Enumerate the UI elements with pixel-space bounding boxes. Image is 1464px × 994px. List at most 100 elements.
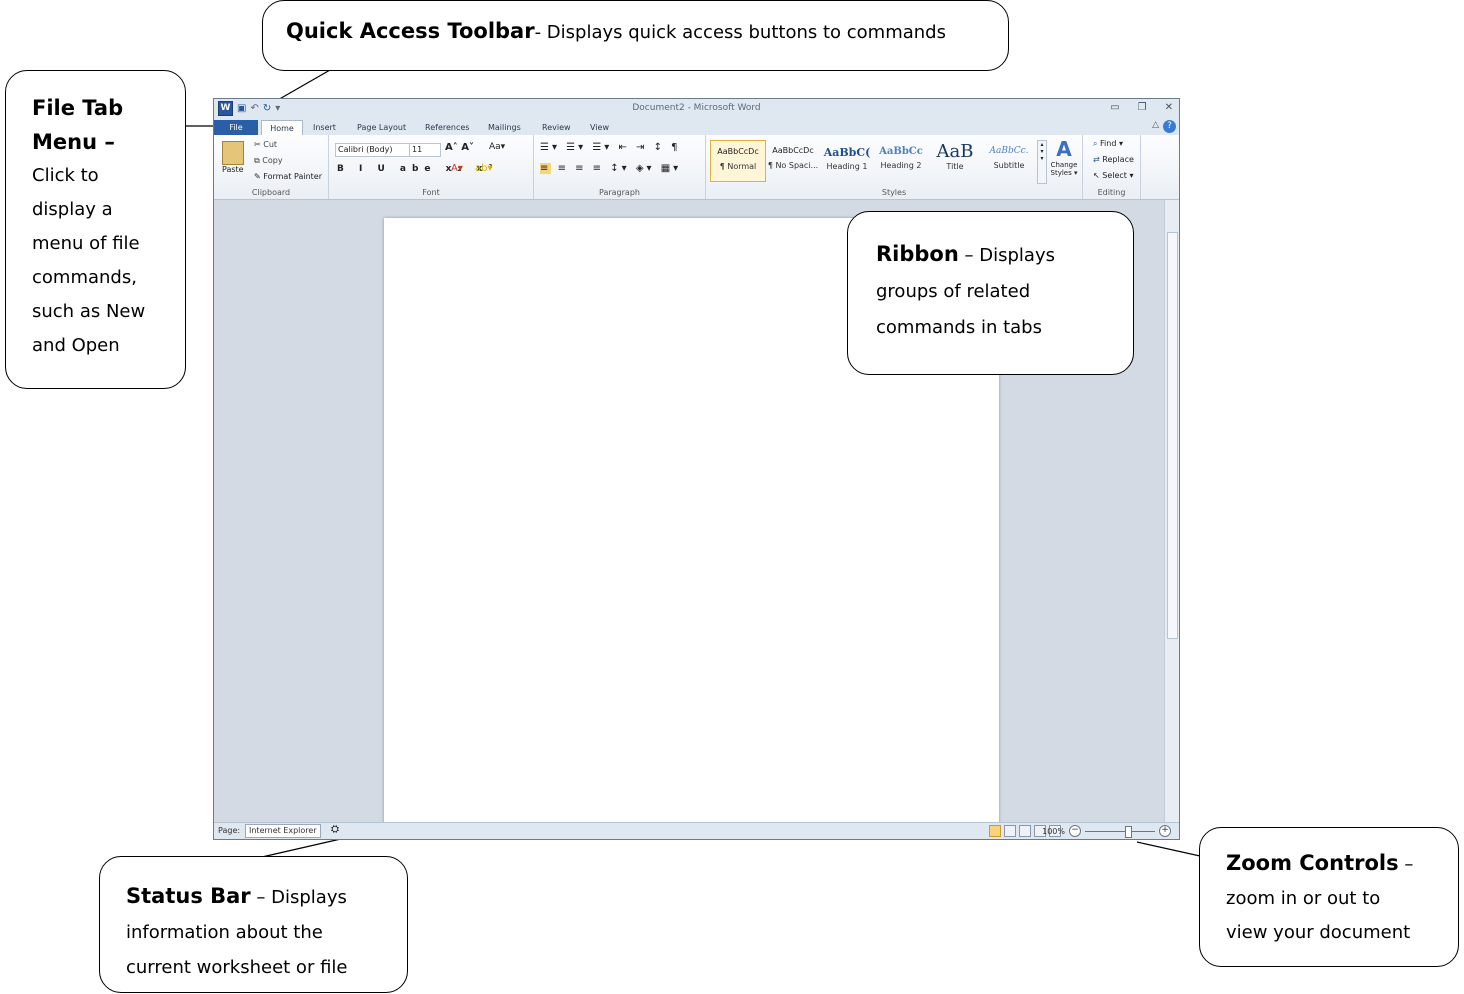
- zoom-level[interactable]: 100%: [1042, 827, 1065, 836]
- tab-page-layout[interactable]: Page Layout: [350, 120, 413, 135]
- help-icon[interactable]: ?: [1163, 120, 1176, 133]
- status-page-value[interactable]: Internet Explorer: [245, 824, 321, 838]
- style-name: Subtitle: [993, 161, 1025, 170]
- file-tab-callout: File Tab Menu – Click to display a menu …: [5, 70, 186, 389]
- format-painter-button[interactable]: ✎ Format Painter: [254, 172, 322, 181]
- zoom-out-button[interactable]: −: [1069, 825, 1081, 837]
- grow-font-icon[interactable]: A˄ A˅: [445, 142, 474, 153]
- file-tab-callout-title-1: File Tab: [32, 96, 124, 120]
- font-color-icon[interactable]: A▾: [451, 163, 463, 174]
- cut-label: Cut: [263, 140, 278, 149]
- copy-button[interactable]: ⧉ Copy: [254, 156, 283, 166]
- close-icon[interactable]: ✕: [1165, 102, 1173, 113]
- zoom-callout-line: view your document: [1226, 922, 1411, 943]
- select-icon: ↖: [1093, 171, 1100, 180]
- zoom-in-button[interactable]: +: [1159, 825, 1171, 837]
- find-button[interactable]: ⌕ Find ▾: [1093, 139, 1123, 149]
- ribbon-callout-body: Displays: [979, 245, 1055, 266]
- web-layout-icon[interactable]: [1019, 825, 1031, 837]
- change-styles-label-1: Change: [1050, 161, 1078, 169]
- style-subtitle[interactable]: AaBbCc. Subtitle: [982, 140, 1036, 180]
- ribbon-callout-line: commands in tabs: [876, 317, 1042, 338]
- ribbon-tabs: File Home Insert Page Layout References …: [214, 119, 1179, 136]
- style-no-spacing[interactable]: AaBbCcDc ¶ No Spaci...: [766, 140, 820, 180]
- highlight-icon[interactable]: ab▾: [475, 163, 493, 174]
- font-size-select[interactable]: 11: [409, 143, 441, 157]
- style-normal[interactable]: AaBbCcDc ¶ Normal: [710, 140, 766, 182]
- zoom-slider-icon[interactable]: [1085, 825, 1155, 838]
- change-styles-button[interactable]: A Change Styles ▾: [1048, 137, 1080, 177]
- change-case-icon[interactable]: Aa▾: [489, 142, 505, 152]
- style-sample: AaBbCc: [879, 146, 923, 157]
- print-layout-icon[interactable]: [989, 825, 1001, 837]
- style-sample: AaBbCcDc: [772, 146, 814, 155]
- file-tab-callout-title-2: Menu –: [32, 130, 115, 154]
- status-bar-callout-line: information about the: [126, 922, 323, 943]
- style-heading-2[interactable]: AaBbCc Heading 2: [874, 140, 928, 180]
- style-heading-1[interactable]: AaBbC( Heading 1: [820, 140, 874, 180]
- qat-callout: Quick Access Toolbar- Displays quick acc…: [262, 0, 1009, 71]
- tab-review[interactable]: Review: [535, 120, 578, 135]
- tab-insert[interactable]: Insert: [306, 120, 343, 135]
- editing-group-label: Editing: [1097, 188, 1126, 197]
- style-name: ¶ No Spaci...: [767, 161, 819, 170]
- ribbon-callout-title: Ribbon: [876, 242, 959, 266]
- zoom-callout-line: zoom in or out to: [1226, 888, 1381, 909]
- qat-callout-body: - Displays quick access buttons to comma…: [534, 22, 946, 43]
- cut-button[interactable]: ✂ Cut: [254, 140, 277, 149]
- status-bar: Page: Internet Explorer ⛭ 100% − +: [214, 822, 1179, 839]
- find-label: Find ▾: [1100, 139, 1123, 148]
- style-name: Heading 1: [826, 162, 868, 171]
- paragraph-group-label: Paragraph: [599, 188, 640, 197]
- font-group: Calibri (Body) 11 A˄ A˅ Aa▾ B I U abe x₂…: [329, 135, 534, 199]
- select-button[interactable]: ↖ Select ▾: [1093, 171, 1134, 180]
- zoom-controls: 100% − +: [1042, 825, 1171, 838]
- zoom-slider-knob[interactable]: [1125, 825, 1132, 838]
- scroll-thumb[interactable]: [1167, 232, 1178, 639]
- styles-group-label: Styles: [881, 188, 907, 197]
- status-bar-callout-dash: –: [250, 887, 272, 908]
- ribbon: Paste ✂ Cut ⧉ Copy ✎ Format Painter Clip…: [214, 135, 1179, 200]
- status-bar-connector: [261, 837, 346, 858]
- tab-view[interactable]: View: [583, 120, 616, 135]
- restore-icon[interactable]: ❐: [1138, 102, 1147, 113]
- tab-references[interactable]: References: [418, 120, 476, 135]
- list-buttons[interactable]: ☰▾ ☰▾ ☰▾ ⇤ ⇥ ↕ ¶: [540, 142, 681, 153]
- tab-mailings[interactable]: Mailings: [481, 120, 528, 135]
- minimize-icon[interactable]: ▭: [1110, 102, 1119, 113]
- qat-connector: [275, 69, 331, 102]
- tab-file[interactable]: File: [214, 120, 258, 135]
- macro-icon[interactable]: ⛭: [331, 824, 339, 835]
- window-controls: ▭ ❐ ✕: [1110, 102, 1173, 113]
- status-bar-callout-title: Status Bar: [126, 884, 251, 908]
- file-tab-callout-line: such as New: [32, 301, 146, 322]
- alignment-buttons[interactable]: ≡ ≡ ≡ ≡ ↕▾ ◈▾ ▦▾: [540, 163, 681, 174]
- find-icon: ⌕: [1093, 139, 1098, 148]
- full-screen-icon[interactable]: [1004, 825, 1016, 837]
- change-styles-label-2: Styles ▾: [1050, 169, 1078, 177]
- ribbon-callout: Ribbon – Displays groups of related comm…: [847, 211, 1134, 375]
- style-sample: AaBbCcDc: [717, 147, 759, 156]
- zoom-callout-dash: –: [1398, 854, 1414, 875]
- style-name: Heading 2: [880, 161, 922, 170]
- zoom-connector: [1136, 841, 1201, 857]
- style-title[interactable]: AaB Title: [928, 140, 982, 180]
- clipboard-group-label: Clipboard: [251, 188, 291, 197]
- word-window: W ▣ ↶ ↻ ▾ Document2 - Microsoft Word ▭ ❐…: [213, 98, 1180, 840]
- paste-icon[interactable]: [222, 141, 244, 165]
- zoom-callout-title: Zoom Controls: [1226, 851, 1399, 875]
- select-label: Select ▾: [1102, 171, 1134, 180]
- font-family-select[interactable]: Calibri (Body): [335, 143, 411, 157]
- minimize-ribbon-icon[interactable]: △: [1152, 120, 1159, 130]
- font-group-label: Font: [422, 188, 440, 197]
- paste-button[interactable]: Paste: [222, 165, 244, 174]
- replace-label: Replace: [1102, 155, 1134, 164]
- styles-scroll[interactable]: ▴ ▾ ▾: [1037, 140, 1047, 184]
- clipboard-group: Paste ✂ Cut ⧉ Copy ✎ Format Painter Clip…: [214, 135, 329, 199]
- tab-home[interactable]: Home: [261, 120, 303, 136]
- vertical-scrollbar[interactable]: [1164, 200, 1179, 824]
- style-sample: AaBbCc.: [989, 146, 1029, 156]
- replace-button[interactable]: ⇄ Replace: [1093, 155, 1134, 164]
- status-page-label: Page:: [218, 826, 241, 835]
- change-styles-icon: A: [1056, 137, 1072, 161]
